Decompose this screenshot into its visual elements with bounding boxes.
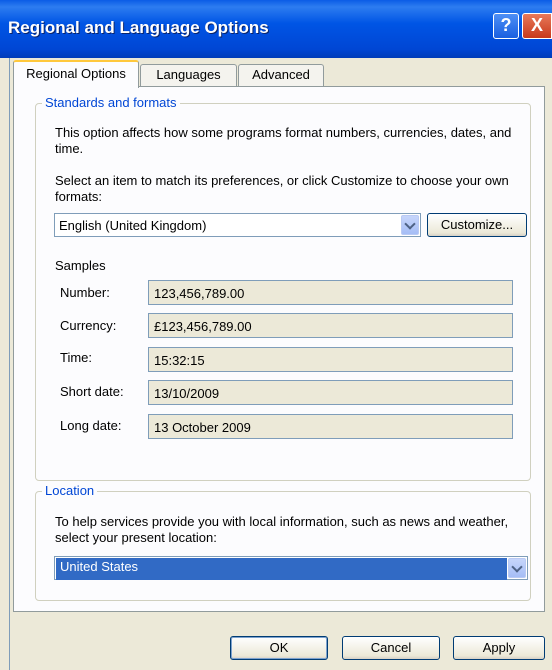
sample-label-currency: Currency: [60, 318, 117, 333]
ok-label: OK [269, 640, 289, 655]
cancel-label: Cancel [370, 640, 412, 655]
tab-label: Advanced [252, 67, 310, 82]
tab-label: Languages [156, 67, 221, 82]
sample-number-value: 123,456,789.00 [154, 286, 245, 301]
location-group: Location To help services provide you wi… [35, 483, 531, 601]
standards-description: This option affects how some programs fo… [55, 125, 512, 156]
sample-label-number: Number: [60, 285, 110, 300]
apply-button[interactable]: Apply [453, 636, 545, 660]
location-value: United States [56, 558, 507, 580]
location-legend: Location [42, 483, 98, 498]
apply-label: Apply [482, 640, 516, 655]
help-button[interactable]: ? [493, 13, 519, 39]
tab-advanced[interactable]: Advanced [238, 64, 324, 86]
select-prompt: Select an item to match its preferences,… [55, 173, 509, 204]
sample-short-date-value: 13/10/2009 [154, 386, 220, 401]
help-icon: ? [500, 15, 512, 35]
window-title: Regional and Language Options [8, 18, 269, 37]
sample-long-date-value: 13 October 2009 [154, 420, 251, 435]
chevron-down-icon[interactable] [508, 558, 526, 578]
location-select[interactable]: United States [54, 556, 528, 580]
locale-value: English (United Kingdom) [59, 218, 207, 233]
ok-button[interactable]: OK [230, 636, 328, 660]
sample-long-date-field: 13 October 2009 [148, 414, 513, 439]
tab-languages[interactable]: Languages [140, 64, 237, 86]
cancel-button[interactable]: Cancel [342, 636, 440, 660]
customize-button[interactable]: Customize... [427, 213, 527, 237]
sample-number-field: 123,456,789.00 [148, 280, 513, 305]
sample-label-time: Time: [60, 350, 93, 365]
sample-time-field: 15:32:15 [148, 347, 513, 372]
sample-currency-value: £123,456,789.00 [154, 319, 252, 334]
close-icon: X [530, 15, 543, 35]
sample-label-long-date: Long date: [60, 418, 122, 433]
sample-short-date-field: 13/10/2009 [148, 380, 513, 405]
sample-currency-field: £123,456,789.00 [148, 313, 513, 338]
sample-label-short-date: Short date: [60, 384, 124, 399]
location-description: To help services provide you with local … [55, 514, 509, 545]
close-button[interactable]: X [522, 13, 552, 39]
title-bar[interactable]: Regional and Language Options ? X [0, 0, 552, 58]
standards-legend: Standards and formats [42, 95, 180, 110]
customize-label: Customize... [440, 217, 514, 232]
sample-time-value: 15:32:15 [154, 353, 205, 368]
tab-regional-options[interactable]: Regional Options [13, 60, 139, 88]
tab-label: Regional Options [26, 66, 126, 81]
samples-label: Samples [55, 258, 106, 273]
chevron-down-icon[interactable] [401, 215, 419, 235]
locale-select[interactable]: English (United Kingdom) [54, 213, 421, 237]
